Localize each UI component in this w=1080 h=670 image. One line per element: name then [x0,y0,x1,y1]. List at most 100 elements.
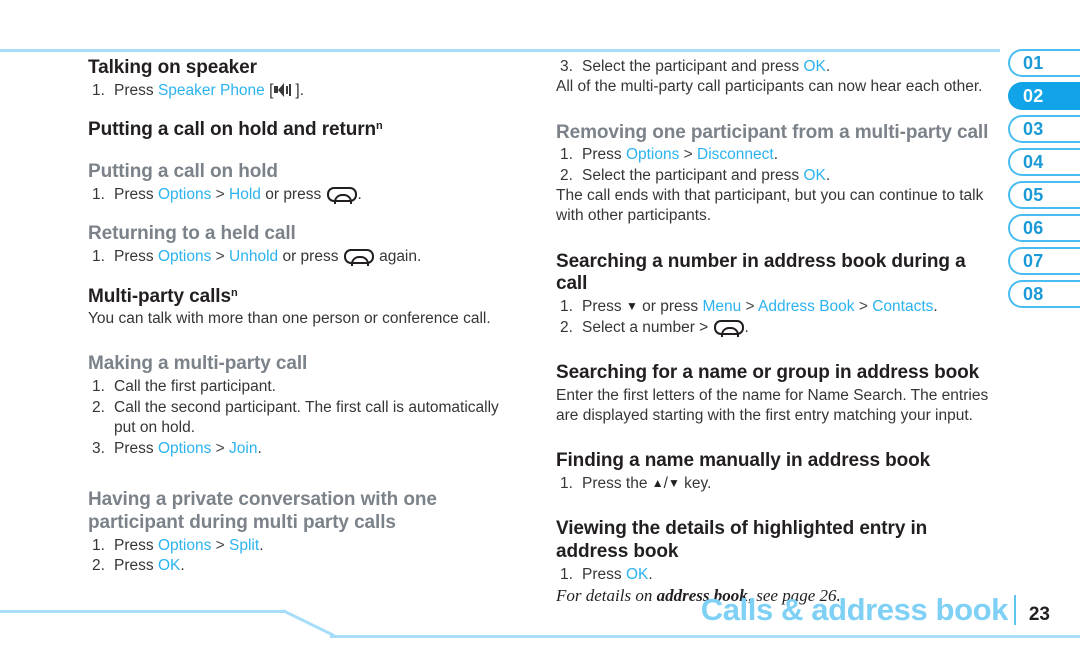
link-options[interactable]: Options [158,440,211,457]
list-item: 1. Press OK. [556,565,1002,585]
link-options[interactable]: Options [626,146,679,163]
steps-private-conversation: 1. Press Options > Split. 2. Press OK. [88,536,520,577]
chapter-tab-06[interactable]: 06 [1008,214,1080,242]
step-text: Call the second participant. The first c… [114,398,499,437]
link-ok[interactable]: OK [158,557,180,574]
arrow-down-icon: ▼ [667,475,680,490]
step-text-post: . [825,166,831,184]
step-text-post: . [357,185,362,203]
step-text-pre: Press the [582,474,652,492]
chapter-tab-05[interactable]: 05 [1008,181,1080,209]
speaker-phone-icon [274,82,294,97]
list-item: 2. Select a number > . [556,318,1002,338]
link-speaker-phone[interactable]: Speaker Phone [158,82,265,99]
step-text-pre: Select a number > [582,318,713,336]
step-text-bracket-open: [ [264,81,274,99]
step-number: 3. [560,58,573,75]
step-text-pre: Press [114,185,158,203]
link-split[interactable]: Split [229,537,259,554]
steps-searching-number-during-call: 1. Press ▼ or press Menu > Address Book >… [556,297,1002,338]
link-hold[interactable]: Hold [229,186,261,203]
step-text-post: . [257,439,262,457]
list-item: 1. Press Speaker Phone []. [88,81,520,101]
step-text-post: . [259,536,264,554]
chapter-tab-07[interactable]: 07 [1008,247,1080,275]
step-text-pre: Select the participant and press [582,166,804,184]
steps-removing-participant: 1. Press Options > Disconnect. 2. Select t… [556,145,1002,186]
link-contacts[interactable]: Contacts [872,298,933,315]
section-heading-multi-party-calls: Multi-party callsn [88,285,238,307]
list-item: 1. Press Options > Unhold or press again. [88,247,520,267]
link-menu[interactable]: Menu [702,298,741,315]
paragraph-name-search: Enter the first letters of the name for … [556,386,989,425]
chapter-tab-label: 04 [1023,151,1044,172]
step-number: 2. [92,398,105,416]
section-heading-putting-call-on-hold: Putting a call on hold [88,161,278,183]
link-disconnect[interactable]: Disconnect [697,146,774,163]
separator-gt: > [211,248,230,266]
step-text-pre: Press [114,439,158,457]
list-item: 2. Select the participant and press OK. [556,166,1002,186]
chapter-tab-08[interactable]: 08 [1008,280,1080,308]
right-column: 3. Select the participant and press OK. A… [556,57,1002,608]
steps-multi-party-continued: 3. Select the participant and press OK. [556,57,1002,77]
section-heading-returning-to-held-call: Returning to a held call [88,223,296,245]
chapter-tab-rail: 01 02 03 04 05 06 07 08 [1008,49,1080,313]
step-text-post: . [933,298,938,316]
section-heading-finding-name-manually: Finding a name manually in address book [556,450,931,472]
chapter-tab-04[interactable]: 04 [1008,148,1080,176]
link-options[interactable]: Options [158,248,211,265]
link-ok[interactable]: OK [803,58,825,75]
end-call-key-icon [326,186,357,204]
step-text-bracket-close: ]. [295,81,305,99]
step-text-post: . [648,566,653,583]
section-heading-searching-number-during-call: Searching a number in address book durin… [556,250,966,295]
step-text-pre: Press [114,248,158,266]
step-number: 1. [92,81,105,99]
link-options[interactable]: Options [158,537,211,554]
chapter-tab-03[interactable]: 03 [1008,115,1080,143]
page-number: 23 [1028,604,1050,625]
step-text-pre: Press [114,536,158,554]
footer-rule-right-segment [330,635,1080,638]
separator-gt: > [854,298,873,316]
chapter-tab-label: 05 [1023,184,1044,205]
step-number: 2. [560,318,573,336]
section-heading-searching-name-or-group: Searching for a name or group in address… [556,362,980,384]
list-item: 1. Press ▼ or press Menu > Address Book >… [556,297,1002,317]
link-options[interactable]: Options [158,186,211,203]
step-text-pre: Press [582,566,626,583]
step-text-post: again. [374,248,422,266]
link-address-book[interactable]: Address Book [758,298,855,315]
step-number: 2. [560,166,573,184]
list-item: 1. Press Options > Split. [88,536,520,556]
link-join[interactable]: Join [229,440,257,457]
chapter-tab-02[interactable]: 02 [1008,82,1080,110]
step-number: 1. [92,536,105,554]
step-text-pre: Select the participant and press [582,58,804,75]
footnote-marker: n [230,286,238,299]
step-number: 1. [560,146,573,164]
chapter-tab-01[interactable]: 01 [1008,49,1080,77]
steps-making-multi-party-call: 1. Call the first participant. 2. Call the… [88,377,520,459]
steps-finding-name-manually: 1. Press the ▲/▼ key. [556,474,1002,494]
separator-gt: > [741,298,759,316]
step-text-post: . [773,146,779,164]
step-number: 1. [92,185,105,203]
footer-rule-left-segment [0,610,286,613]
step-text-post: key. [679,474,712,492]
arrow-up-icon: ▲ [651,475,664,490]
steps-returning-to-held-call: 1. Press Options > Unhold or press again. [88,247,520,267]
list-item: 3. Press Options > Join. [88,439,520,459]
step-text-mid: or press [278,248,343,266]
list-item: 1. Press the ▲/▼ key. [556,474,1002,494]
step-number: 1. [560,474,573,492]
link-unhold[interactable]: Unhold [229,248,278,265]
step-number: 2. [92,557,105,575]
footer-chapter-title: Calls & address book [700,592,1009,627]
link-ok[interactable]: OK [803,167,825,184]
link-ok[interactable]: OK [626,566,648,583]
section-heading-talking-on-speaker: Talking on speaker [88,57,257,78]
chapter-tab-label: 03 [1023,118,1044,139]
list-item: 1. Press Options > Hold or press . [88,185,520,205]
